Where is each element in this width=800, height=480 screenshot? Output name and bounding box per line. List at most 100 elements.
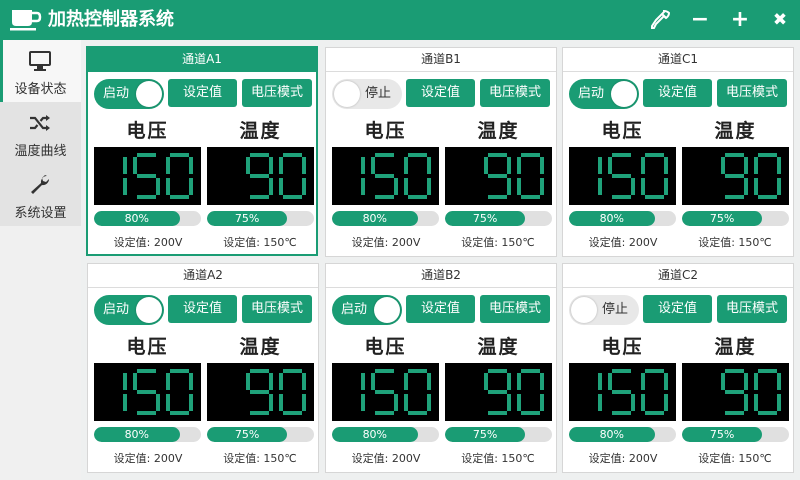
lcd-segment (137, 411, 156, 415)
lcd-segment (641, 157, 645, 174)
lcd-segment (283, 195, 302, 199)
lcd-segment (484, 373, 488, 390)
voltage-progress: 80% (569, 427, 676, 442)
maximize-button[interactable]: + (728, 8, 752, 32)
lcd-segment (612, 390, 631, 394)
voltage-mode-button[interactable]: 电压模式 (480, 295, 550, 323)
lcd-segment (777, 157, 781, 174)
lcd-segment (758, 153, 777, 157)
temperature-label: 温度 (714, 336, 757, 358)
lcd-segment (721, 373, 725, 390)
lcd-segment (645, 411, 664, 415)
sidebar-item-device-status[interactable]: 设备状态 (0, 40, 81, 102)
lcd-segment (540, 178, 544, 195)
voltage-mode-button[interactable]: 电压模式 (480, 79, 550, 107)
temperature-display (445, 363, 552, 421)
lcd-segment (189, 373, 193, 390)
lcd-segment (404, 394, 408, 411)
channel-title: 通道A1 (88, 48, 316, 72)
lcd-segment (361, 178, 365, 195)
lcd-segment (540, 157, 544, 174)
close-button[interactable]: ✖ (768, 8, 792, 32)
progress-text: 80% (124, 212, 150, 225)
lcd-segment (394, 394, 398, 411)
voltage-label: 电压 (364, 336, 407, 358)
lcd-digit (598, 373, 602, 411)
lcd-segment (608, 157, 612, 174)
lcd-segment (137, 174, 156, 178)
set-value-button[interactable]: 设定值 (643, 295, 712, 323)
voltage-mode-button[interactable]: 电压模式 (717, 79, 787, 107)
channel-panel[interactable]: 通道A1 启动 设定值 电压模式 电压 温度 80% 75% 设定值: 200V… (86, 46, 318, 256)
lcd-digit (123, 373, 127, 411)
lcd-segment (133, 157, 137, 174)
lcd-segment (408, 411, 427, 415)
channel-panel[interactable]: 通道A2 启动 设定值 电压模式 电压 温度 80% 75% 设定值: 200V… (87, 263, 319, 473)
set-value-button[interactable]: 设定值 (643, 79, 712, 107)
channel-panel[interactable]: 通道B1 停止 设定值 电压模式 电压 温度 80% 75% 设定值: 200V… (325, 47, 557, 257)
lcd-segment (631, 394, 635, 411)
channel-panel[interactable]: 通道C1 启动 设定值 电压模式 电压 温度 80% 75% 设定值: 200V… (562, 47, 794, 257)
channel-title: 通道A2 (88, 264, 318, 288)
lcd-segment (250, 195, 269, 199)
temperature-display (682, 363, 789, 421)
lcd-digit (608, 369, 635, 415)
lcd-segment (427, 394, 431, 411)
run-toggle[interactable]: 停止 (569, 295, 639, 325)
lcd-segment (641, 178, 645, 195)
lcd-segment (488, 369, 507, 373)
lcd-segment (598, 373, 602, 390)
run-toggle[interactable]: 启动 (94, 79, 164, 109)
run-toggle[interactable]: 启动 (332, 295, 402, 325)
set-value-button[interactable]: 设定值 (168, 295, 237, 323)
lcd-segment (488, 153, 507, 157)
lcd-segment (521, 369, 540, 373)
run-toggle[interactable]: 启动 (569, 79, 639, 109)
lcd-segment (777, 394, 781, 411)
sidebar-item-temperature-curve[interactable]: 温度曲线 (0, 102, 81, 164)
lcd-segment (404, 157, 408, 174)
lcd-segment (371, 373, 375, 390)
shuffle-icon (30, 115, 50, 131)
lcd-segment (598, 394, 602, 411)
lcd-digit (361, 373, 365, 411)
toggle-knob (136, 297, 162, 323)
set-value-button[interactable]: 设定值 (406, 79, 475, 107)
lcd-segment (427, 157, 431, 174)
channel-panel[interactable]: 通道B2 启动 设定值 电压模式 电压 温度 80% 75% 设定值: 200V… (325, 263, 557, 473)
toggle-knob (571, 297, 597, 323)
channel-panel[interactable]: 通道C2 停止 设定值 电压模式 电压 温度 80% 75% 设定值: 200V… (562, 263, 794, 473)
set-value-button[interactable]: 设定值 (168, 79, 237, 107)
lcd-segment (664, 157, 668, 174)
lcd-segment (361, 373, 365, 390)
lcd-segment (725, 153, 744, 157)
lcd-segment (250, 390, 269, 394)
lcd-digit (754, 153, 781, 199)
lcd-segment (189, 394, 193, 411)
voltage-mode-button[interactable]: 电压模式 (242, 79, 312, 107)
lcd-segment (404, 178, 408, 195)
voltage-progress: 80% (332, 427, 439, 442)
lcd-segment (166, 157, 170, 174)
run-toggle[interactable]: 启动 (94, 295, 164, 325)
lcd-segment (166, 178, 170, 195)
sidebar-item-system-settings[interactable]: 系统设置 (0, 164, 81, 226)
run-toggle[interactable]: 停止 (332, 79, 402, 109)
lcd-segment (664, 178, 668, 195)
lcd-digit (484, 369, 511, 415)
toggle-label: 停止 (602, 302, 629, 317)
color-picker-button[interactable] (648, 8, 672, 32)
minimize-button[interactable]: − (688, 8, 712, 32)
voltage-mode-button[interactable]: 电压模式 (242, 295, 312, 323)
lcd-segment (612, 153, 631, 157)
temperature-progress: 75% (682, 427, 789, 442)
voltage-mode-button[interactable]: 电压模式 (717, 295, 787, 323)
lcd-segment (361, 394, 365, 411)
voltage-label: 电压 (601, 336, 644, 358)
temperature-label: 温度 (714, 120, 757, 142)
lcd-segment (166, 394, 170, 411)
lcd-digit (371, 369, 398, 415)
lcd-segment (507, 157, 511, 174)
voltage-display (569, 363, 676, 421)
set-value-button[interactable]: 设定值 (406, 295, 475, 323)
